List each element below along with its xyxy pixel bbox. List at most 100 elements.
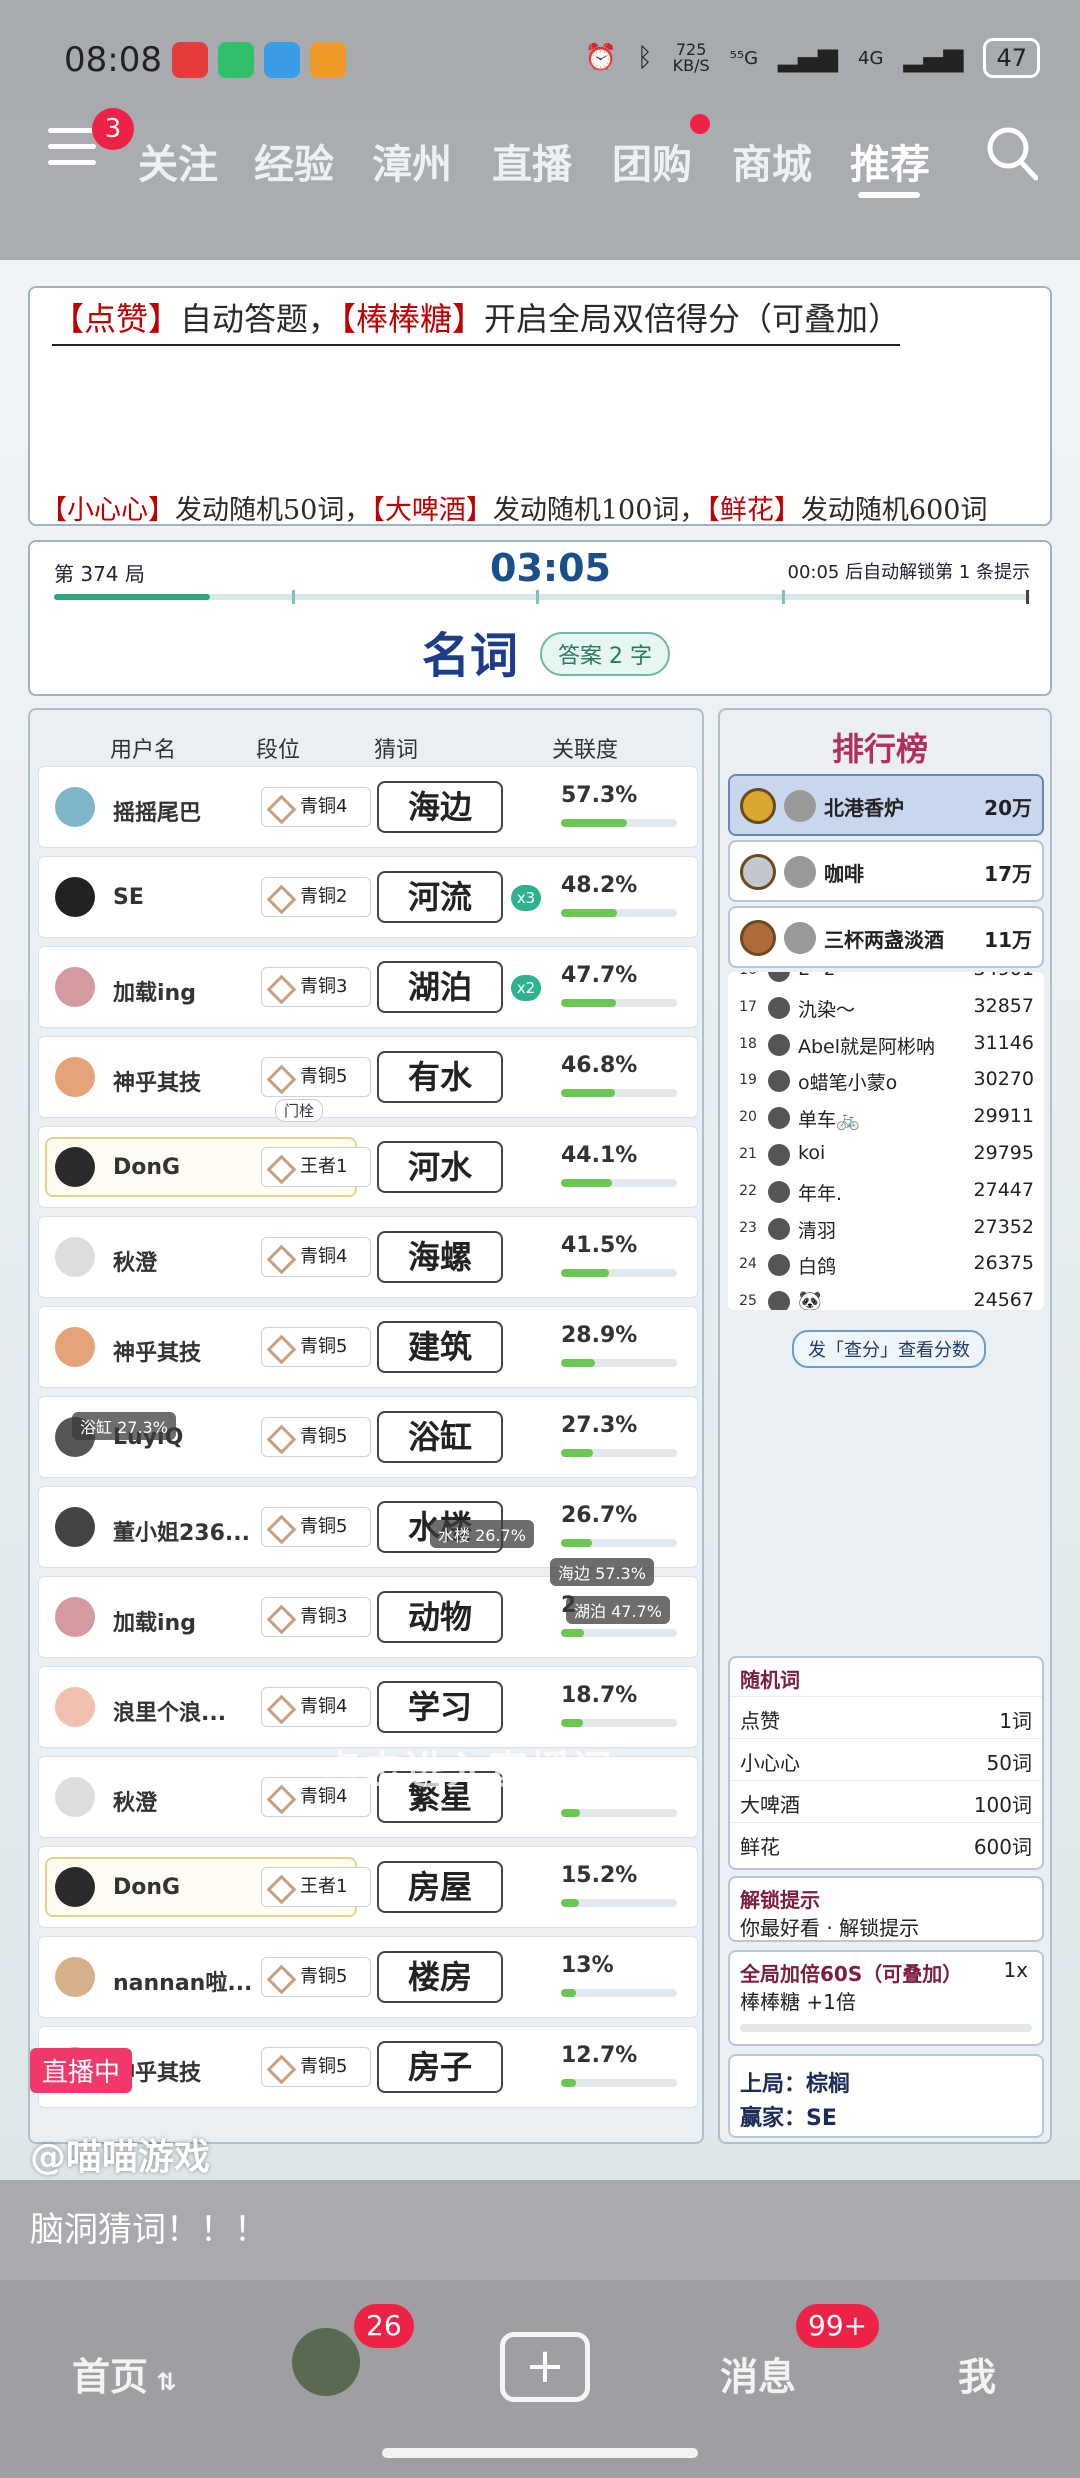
- username[interactable]: 加载ing: [113, 1605, 253, 1637]
- relevance-bar-fill: [561, 1089, 616, 1097]
- banner-segment: 开启全局双倍得分（可叠加）: [484, 300, 901, 338]
- tab-zhangzhou[interactable]: 漳州: [372, 132, 452, 190]
- leader-rank: 18: [739, 1035, 757, 1052]
- leader-score: 17万: [984, 862, 1032, 886]
- username[interactable]: 神乎其技: [113, 1065, 253, 1097]
- create-plus-button[interactable]: +: [500, 2332, 590, 2402]
- tab-mall[interactable]: 商城: [732, 132, 812, 190]
- leader-rank: 23: [739, 1219, 757, 1236]
- tab-group-buy[interactable]: 团购: [612, 132, 692, 190]
- tab-experience[interactable]: 经验: [254, 132, 334, 190]
- check-score-button[interactable]: 发「查分」查看分数: [792, 1330, 986, 1368]
- signal-4g: 4G: [858, 47, 884, 69]
- relevance-bar: [561, 819, 677, 827]
- avatar[interactable]: [55, 877, 95, 917]
- leader-name: 氿染～: [798, 998, 856, 1021]
- avatar[interactable]: [55, 1057, 95, 1097]
- username[interactable]: 加载ing: [113, 975, 253, 1007]
- table-row: 神乎其技 青铜5 建筑 28.9%: [38, 1306, 698, 1388]
- word-category: 名词: [422, 628, 519, 684]
- word-count: 100词: [973, 1793, 1032, 1817]
- tab-live[interactable]: 直播: [492, 132, 572, 190]
- relevance-percent: 27.3%: [561, 1413, 638, 1438]
- banner-segment: 【鲜花】: [706, 495, 801, 526]
- progress-tick: [1026, 590, 1029, 604]
- relevance-bar: [561, 1899, 677, 1907]
- leaderboard-row[interactable]: 18 Abel就是阿彬呐 31146: [728, 1028, 1044, 1064]
- avatar: [768, 1254, 790, 1277]
- nav-messages[interactable]: 消息: [720, 2346, 796, 2401]
- avatar: [768, 1180, 790, 1203]
- author-handle[interactable]: @喵喵游戏: [30, 2128, 210, 2180]
- avatar: [768, 1217, 790, 1240]
- alarm-icon: ⏰: [584, 43, 618, 73]
- tab-follow[interactable]: 关注: [138, 132, 218, 190]
- leader-score: 11万: [984, 928, 1032, 952]
- username[interactable]: 浪里个浪...: [113, 1695, 253, 1727]
- leaderboard-row[interactable]: 16 L~z~* 34901: [728, 972, 1044, 990]
- avatar[interactable]: [55, 1597, 95, 1637]
- nav-me[interactable]: 我: [958, 2346, 996, 2401]
- username[interactable]: 秋澄: [113, 1785, 253, 1817]
- leaderboard-row[interactable]: 21 koi 29795: [728, 1138, 1044, 1174]
- tab-recommend[interactable]: 推荐: [850, 132, 930, 190]
- username[interactable]: 摇摇尾巴: [113, 795, 253, 827]
- username[interactable]: nannan啦...: [113, 1965, 253, 1997]
- enter-live-room-hint[interactable]: 点击进入直播间: [320, 1738, 614, 1796]
- battery-icon: 47: [983, 38, 1040, 78]
- avatar: [768, 1291, 790, 1310]
- leaderboard-top-entry[interactable]: 三杯两盏淡酒 11万: [728, 906, 1044, 968]
- leader-name: Abel就是阿彬呐: [798, 1035, 936, 1058]
- username[interactable]: 董小姐236...: [113, 1515, 253, 1547]
- leader-name: L~z~*: [798, 972, 860, 980]
- username[interactable]: 神乎其技: [113, 2055, 253, 2087]
- avatar[interactable]: [55, 1957, 95, 1997]
- search-icon[interactable]: [986, 126, 1038, 182]
- avatar[interactable]: [55, 787, 95, 827]
- avatar[interactable]: [55, 1507, 95, 1547]
- leader-rank: 22: [739, 1182, 757, 1199]
- table-row: SE 青铜2 河流 x3 48.2%: [38, 856, 698, 938]
- leaderboard-row[interactable]: 23 清羽 27352: [728, 1212, 1044, 1248]
- username[interactable]: SE: [113, 885, 253, 910]
- avatar[interactable]: [55, 1237, 95, 1277]
- progress-tick: [536, 590, 539, 604]
- avatar[interactable]: [55, 1687, 95, 1727]
- leaderboard-row[interactable]: 24 白鸽 26375: [728, 1248, 1044, 1284]
- avatar[interactable]: [55, 967, 95, 1007]
- username[interactable]: DonG: [113, 1155, 253, 1180]
- last-round-winner: 赢家：SE: [740, 2106, 837, 2131]
- banner-line-1: 【点赞】自动答题，【棒棒糖】开启全局双倍得分（可叠加）: [52, 294, 901, 346]
- leaderboard-row[interactable]: 19 o蜡笔小蒙o 30270: [728, 1064, 1044, 1100]
- avatar[interactable]: [55, 1777, 95, 1817]
- nav-home[interactable]: 首页 ⇅: [72, 2346, 176, 2401]
- rank-badge: 青铜5: [261, 2047, 371, 2087]
- banner-segment: 发动随机100词，: [492, 495, 707, 526]
- leaderboard-row[interactable]: 25 🐼 24567: [728, 1285, 1044, 1310]
- leaderboard-row[interactable]: 17 氿染～ 32857: [728, 991, 1044, 1027]
- username[interactable]: DonG: [113, 1875, 253, 1900]
- avatar: [784, 922, 816, 954]
- live-badge[interactable]: 直播中: [30, 2048, 133, 2093]
- message-count-badge: 99+: [796, 2304, 880, 2348]
- leaderboard-top-entry[interactable]: 咖啡 17万: [728, 840, 1044, 902]
- round-progress-fill: [54, 594, 211, 600]
- username[interactable]: 神乎其技: [113, 1335, 253, 1367]
- home-indicator: [382, 2448, 698, 2458]
- avatar[interactable]: [55, 1327, 95, 1367]
- leaderboard-row[interactable]: 22 年年. 27447: [728, 1175, 1044, 1211]
- relevance-percent: 48.2%: [561, 873, 638, 898]
- leader-score: 29795: [973, 1142, 1034, 1164]
- avatar[interactable]: [55, 1867, 95, 1907]
- following-avatar[interactable]: [292, 2328, 360, 2396]
- avatar[interactable]: [55, 1147, 95, 1187]
- relevance-bar-fill: [561, 1989, 577, 1997]
- guessed-word: 浴缸: [377, 1411, 503, 1463]
- menu-icon[interactable]: [48, 128, 96, 168]
- leaderboard-row[interactable]: 20 单车🚲 29911: [728, 1101, 1044, 1137]
- column-header-user: 用户名: [110, 738, 177, 763]
- leaderboard-top-entry[interactable]: 北港香炉 20万: [728, 774, 1044, 836]
- leader-score: 34901: [974, 972, 1034, 980]
- relevance-bar: [561, 1719, 677, 1727]
- username[interactable]: 秋澄: [113, 1245, 253, 1277]
